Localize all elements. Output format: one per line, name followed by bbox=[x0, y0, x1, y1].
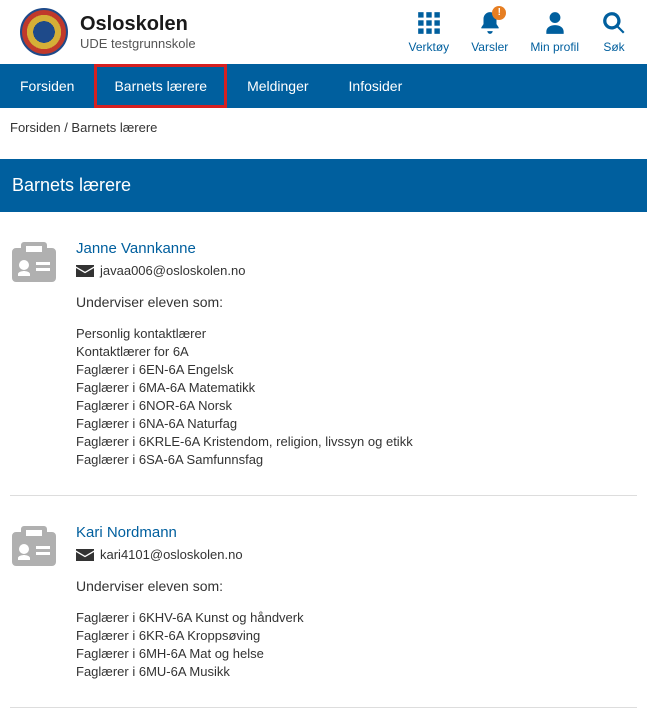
teaches-heading: Underviser eleven som: bbox=[76, 294, 637, 310]
badge-icon bbox=[10, 524, 58, 679]
role-item: Kontaktlærer for 6A bbox=[76, 344, 637, 359]
site-subtitle: UDE testgrunnskole bbox=[80, 36, 196, 51]
role-item: Faglærer i 6KRLE-6A Kristendom, religion… bbox=[76, 434, 637, 449]
role-item: Faglærer i 6MA-6A Matematikk bbox=[76, 380, 637, 395]
logo-icon bbox=[20, 8, 68, 56]
header: Osloskolen UDE testgrunnskole Verktøy ! … bbox=[0, 0, 647, 64]
main-nav: ForsidenBarnets lærereMeldingerInfosider bbox=[0, 64, 647, 108]
badge-icon bbox=[10, 240, 58, 467]
teacher-name[interactable]: Kari Nordmann bbox=[76, 524, 637, 541]
profile-button[interactable]: Min profil bbox=[530, 10, 579, 54]
mail-icon bbox=[76, 265, 94, 277]
role-item: Faglærer i 6NOR-6A Norsk bbox=[76, 398, 637, 413]
search-icon bbox=[601, 10, 627, 36]
tools-button[interactable]: Verktøy bbox=[409, 10, 450, 54]
role-item: Faglærer i 6NA-6A Naturfag bbox=[76, 416, 637, 431]
role-item: Faglærer i 6MU-6A Musikk bbox=[76, 664, 637, 679]
header-brand: Osloskolen UDE testgrunnskole bbox=[20, 8, 196, 56]
tool-label: Varsler bbox=[471, 40, 508, 54]
content-area: Janne Vannkanne javaa006@osloskolen.no U… bbox=[0, 212, 647, 708]
teaches-heading: Underviser eleven som: bbox=[76, 578, 637, 594]
role-list: Personlig kontaktlærer Kontaktlærer for 6… bbox=[76, 326, 637, 467]
nav-barnets-laerere[interactable]: Barnets lærere bbox=[94, 64, 227, 108]
teacher-name[interactable]: Janne Vannkanne bbox=[76, 240, 637, 257]
role-item: Faglærer i 6KHV-6A Kunst og håndverk bbox=[76, 610, 637, 625]
breadcrumb: Forsiden / Barnets lærere bbox=[0, 108, 647, 147]
email-text: kari4101@osloskolen.no bbox=[100, 547, 243, 562]
mail-icon bbox=[76, 549, 94, 561]
teacher-card: Janne Vannkanne javaa006@osloskolen.no U… bbox=[10, 212, 637, 496]
alerts-button[interactable]: ! Varsler bbox=[471, 10, 508, 54]
role-item: Faglærer i 6EN-6A Engelsk bbox=[76, 362, 637, 377]
role-item: Faglærer i 6KR-6A Kroppsøving bbox=[76, 628, 637, 643]
page-title: Barnets lærere bbox=[0, 159, 647, 212]
site-title: Osloskolen bbox=[80, 13, 196, 36]
user-icon bbox=[542, 10, 568, 36]
teacher-details: Janne Vannkanne javaa006@osloskolen.no U… bbox=[76, 240, 637, 467]
teacher-email[interactable]: kari4101@osloskolen.no bbox=[76, 547, 637, 562]
header-toolbar: Verktøy ! Varsler Min profil Søk bbox=[409, 10, 628, 54]
alert-badge: ! bbox=[492, 6, 506, 20]
search-button[interactable]: Søk bbox=[601, 10, 627, 54]
nav-forsiden[interactable]: Forsiden bbox=[0, 64, 94, 108]
tool-label: Min profil bbox=[530, 40, 579, 54]
header-text: Osloskolen UDE testgrunnskole bbox=[80, 13, 196, 51]
role-item: Faglærer i 6SA-6A Samfunnsfag bbox=[76, 452, 637, 467]
grid-icon bbox=[416, 10, 442, 36]
role-item: Faglærer i 6MH-6A Mat og helse bbox=[76, 646, 637, 661]
teacher-email[interactable]: javaa006@osloskolen.no bbox=[76, 263, 637, 278]
nav-infosider[interactable]: Infosider bbox=[329, 64, 423, 108]
role-item: Personlig kontaktlærer bbox=[76, 326, 637, 341]
teacher-card: Kari Nordmann kari4101@osloskolen.no Und… bbox=[10, 496, 637, 708]
teacher-details: Kari Nordmann kari4101@osloskolen.no Und… bbox=[76, 524, 637, 679]
role-list: Faglærer i 6KHV-6A Kunst og håndverk Fagl… bbox=[76, 610, 637, 679]
tool-label: Søk bbox=[603, 40, 624, 54]
nav-meldinger[interactable]: Meldinger bbox=[227, 64, 328, 108]
email-text: javaa006@osloskolen.no bbox=[100, 263, 245, 278]
tool-label: Verktøy bbox=[409, 40, 450, 54]
